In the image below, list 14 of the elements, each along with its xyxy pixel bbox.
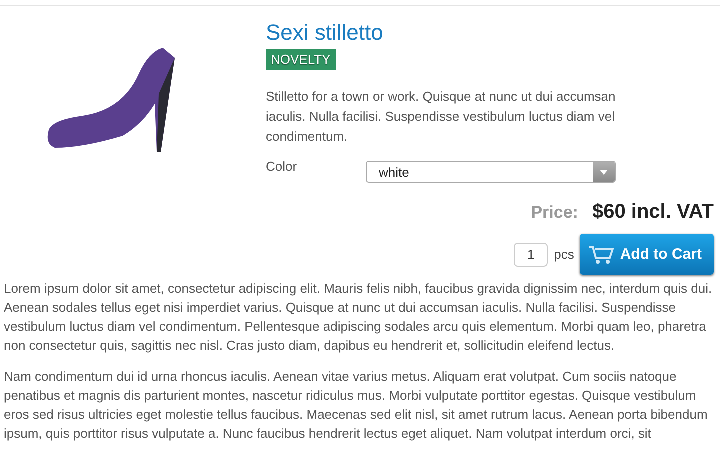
price-value: $60 incl. VAT	[592, 201, 714, 224]
body-paragraph: Nam condimentum dui id urna rhoncus iaculis. Aenean vitae varius metus. Aliquam erat volutpat. Cum sociis natoque penatibus et magnis dis parturient montes, nascetur ridiculus mus. Morbi vulputate porttitor egestas. Quisque vestibulum eros sed risus ultricies eget molestie tellus faucibus. Maecenas sed elit nisl, sit amet rutrum lacus. Aenean porta bibendum ipsum, quis porttitor risus vulputate a. Nunc faucibus hendrerit lectus eget aliquet. Nam volutpat interdum orci, sit	[4, 368, 709, 443]
add-to-cart-button[interactable]: Add to Cart	[580, 234, 714, 275]
cart-icon	[588, 244, 614, 264]
quantity-unit: pcs	[554, 247, 574, 262]
quantity-field[interactable]: 1	[514, 242, 548, 266]
color-select[interactable]: white	[366, 161, 616, 183]
novelty-badge: NOVELTY	[266, 49, 336, 70]
price-label: Price:	[531, 203, 578, 223]
body-paragraph: Lorem ipsum dolor sit amet, consectetur adipiscing elit. Mauris felis nibh, faucibus gravida dignissim nec, interdum quis dui. Aenean sodales tellus eget nisi imperdiet varius. Quisque at nunc ut dui accumsan iaculis. Nulla facilisi. Suspendisse vestibulum luctus diam vel condimentum. Pellentesque adipiscing sodales arcu quis elementum. Morbi quam leo, pharetra non consectetur quis, sagittis nec nisl. Cras justo diam, dapibus eu hendrerit et, sollicitudin eleifend lectus.	[4, 280, 714, 355]
product-title: Sexi stilletto	[266, 20, 384, 46]
product-description: Stilletto for a town or work. Quisque at nunc ut dui accumsan iaculis. Nulla facilisi. Suspendisse vestibulum luctus diam vel condimentum.	[266, 88, 617, 146]
option-label: Color	[266, 159, 298, 174]
caret-icon	[600, 170, 608, 174]
